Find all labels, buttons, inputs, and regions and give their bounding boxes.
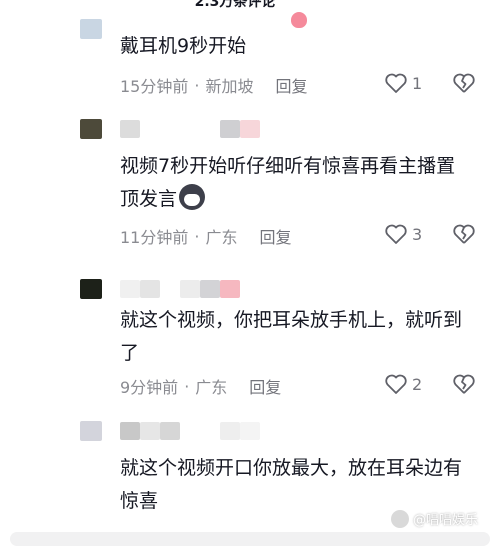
comment-location: 广东 bbox=[195, 378, 228, 397]
heart-icon bbox=[385, 224, 407, 244]
avatar[interactable] bbox=[80, 119, 102, 139]
username-blurred bbox=[180, 280, 200, 298]
reply-button[interactable]: 回复 bbox=[275, 73, 307, 97]
comment-time: 9分钟前 bbox=[120, 378, 179, 397]
username-blurred bbox=[160, 422, 180, 440]
comment-input-bar[interactable] bbox=[10, 532, 490, 546]
broken-heart-icon bbox=[453, 73, 475, 93]
username-blurred bbox=[140, 422, 160, 440]
broken-heart-icon bbox=[453, 224, 475, 244]
like-button[interactable]: 3 bbox=[384, 223, 422, 245]
like-count: 3 bbox=[412, 224, 423, 244]
comment-actions: 3 bbox=[384, 223, 422, 245]
comment-actions: 2 bbox=[384, 373, 422, 395]
heart-icon bbox=[385, 73, 407, 93]
comment-location: 新加坡 bbox=[205, 77, 254, 96]
comment-actions: 1 bbox=[384, 72, 422, 94]
avatar[interactable] bbox=[80, 19, 102, 39]
username-blurred[interactable] bbox=[120, 280, 140, 298]
comments-count-title: 2.3万条评论 bbox=[194, 0, 276, 10]
comment-time: 15分钟前 bbox=[120, 77, 189, 96]
husky-emoji-icon bbox=[179, 184, 206, 210]
like-count: 1 bbox=[412, 73, 423, 93]
username-blurred[interactable] bbox=[120, 120, 140, 138]
like-button[interactable]: 1 bbox=[384, 72, 422, 94]
username-blurred bbox=[220, 422, 240, 440]
username-blurred bbox=[220, 120, 240, 138]
comment-text: 戴耳机9秒开始 bbox=[120, 35, 247, 57]
comment-meta: 15分钟前 · 新加坡 回复 bbox=[120, 73, 308, 97]
comment-text: 就这个视频，你把耳朵放手机上，就听到了 bbox=[120, 309, 463, 364]
comment-meta: 9分钟前 · 广东 回复 bbox=[120, 374, 281, 398]
username-blurred bbox=[240, 422, 260, 440]
reply-button[interactable]: 回复 bbox=[259, 224, 291, 248]
watermark-logo-icon bbox=[390, 509, 409, 528]
meta-separator: · bbox=[184, 376, 190, 396]
watermark: @唱唱娱乐 bbox=[390, 509, 478, 528]
username-blurred bbox=[200, 280, 220, 298]
dislike-button[interactable] bbox=[452, 373, 476, 399]
comment-text: 视频7秒开始听仔细听有惊喜再看主播置顶发言 bbox=[120, 155, 456, 210]
comment-meta: 11分钟前 · 广东 回复 bbox=[120, 224, 292, 248]
strawberry-icon bbox=[291, 12, 307, 28]
avatar[interactable] bbox=[80, 421, 102, 441]
comment-location: 广东 bbox=[205, 228, 238, 247]
broken-heart-icon bbox=[453, 374, 475, 394]
dislike-button[interactable] bbox=[452, 72, 476, 98]
meta-separator: · bbox=[194, 75, 200, 95]
dislike-button[interactable] bbox=[452, 223, 476, 249]
watermark-text: @唱唱娱乐 bbox=[412, 513, 478, 528]
heart-icon bbox=[385, 374, 407, 394]
username-blurred bbox=[240, 120, 260, 138]
username-blurred bbox=[140, 280, 160, 298]
username-blurred bbox=[220, 280, 240, 298]
comment-time: 11分钟前 bbox=[120, 228, 189, 247]
like-count: 2 bbox=[412, 374, 423, 394]
avatar[interactable] bbox=[80, 279, 102, 299]
like-button[interactable]: 2 bbox=[384, 373, 422, 395]
reply-button[interactable]: 回复 bbox=[249, 374, 281, 398]
username-blurred[interactable] bbox=[120, 422, 140, 440]
meta-separator: · bbox=[194, 226, 200, 246]
